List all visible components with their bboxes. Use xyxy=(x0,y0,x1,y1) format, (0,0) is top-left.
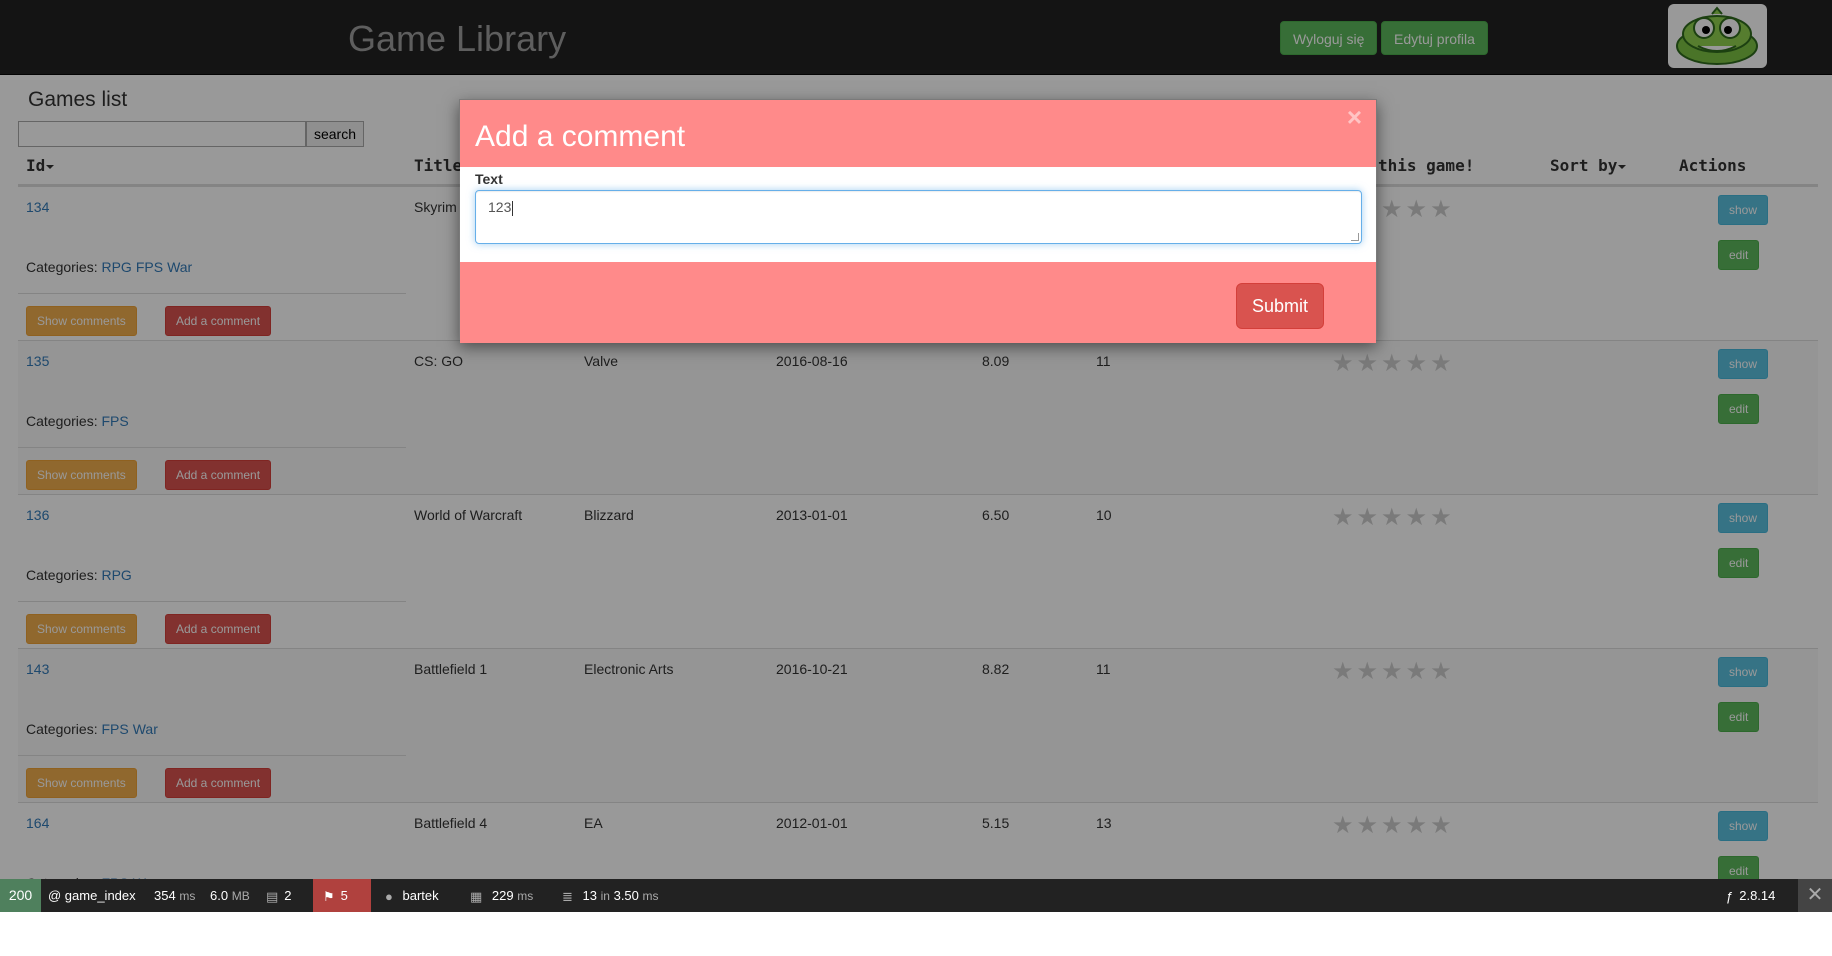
symfony-logo-icon: ƒ xyxy=(1726,889,1734,905)
render-time-panel[interactable]: ▦ 229 ms xyxy=(470,879,533,912)
database-icon: ≣ xyxy=(562,889,573,905)
user-panel[interactable]: ● bartek xyxy=(385,879,439,912)
comment-textarea[interactable]: 123 xyxy=(475,190,1362,244)
clipboard-icon: ▤ xyxy=(266,889,279,905)
comment-text-value: 123 xyxy=(488,199,512,215)
modal-body: Text 123 xyxy=(460,167,1376,262)
route-name[interactable]: @ game_index xyxy=(48,879,136,912)
submit-button[interactable]: Submit xyxy=(1236,283,1325,329)
modal-title: Add a comment xyxy=(475,120,686,153)
translations-panel[interactable]: ⚑ 5 xyxy=(313,879,371,912)
modal-footer: Submit xyxy=(460,262,1376,343)
forms-panel[interactable]: ▤ 2 xyxy=(266,879,292,912)
symfony-version[interactable]: ƒ 2.8.14 xyxy=(1726,879,1775,912)
add-comment-modal: Add a comment × Text 123 Submit xyxy=(459,99,1377,343)
modal-header: Add a comment × xyxy=(460,100,1376,167)
resize-handle-icon[interactable] xyxy=(1351,233,1359,241)
layout-icon: ▦ xyxy=(470,889,483,905)
database-panel[interactable]: ≣ 13 in 3.50 ms xyxy=(562,879,659,912)
text-cursor xyxy=(512,200,514,216)
status-code-badge[interactable]: 200 xyxy=(0,879,41,912)
memory-usage[interactable]: 6.0 MB xyxy=(210,879,250,912)
translation-icon: ⚑ xyxy=(323,889,335,905)
debug-toolbar: 200 @ game_index 354 ms 6.0 MB ▤ 2 ⚑ 5 ● b… xyxy=(0,879,1832,912)
toolbar-close-icon[interactable]: ✕ xyxy=(1798,879,1832,912)
user-icon: ● xyxy=(385,889,393,905)
text-field-label: Text xyxy=(475,171,503,187)
close-icon[interactable]: × xyxy=(1347,102,1362,133)
request-time[interactable]: 354 ms xyxy=(154,879,195,912)
